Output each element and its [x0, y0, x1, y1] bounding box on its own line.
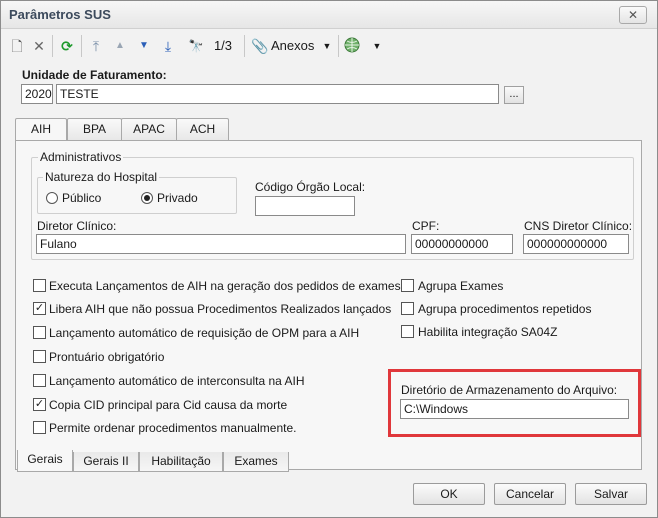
attachments-button[interactable]: Anexos — [271, 37, 317, 55]
globe-icon-svg — [344, 37, 360, 53]
cpf-label: CPF: — [412, 219, 440, 233]
refresh-icon[interactable]: ⟳ — [59, 37, 75, 55]
toolbar-separator — [81, 35, 82, 57]
org-code-label: Código Órgão Local: — [255, 180, 366, 194]
globe-icon[interactable] — [343, 37, 361, 55]
checkbox-opm-auto[interactable] — [33, 326, 46, 339]
record-counter: 1/3 — [213, 38, 233, 53]
window-title: Parâmetros SUS — [9, 7, 111, 22]
attachments-dropdown-icon[interactable]: ▼ — [321, 37, 333, 55]
checkbox-record-required[interactable] — [33, 350, 46, 363]
toolbar-separator — [338, 35, 339, 57]
radio-private-label: Privado — [157, 191, 198, 205]
first-record-icon[interactable]: ⤒ — [88, 37, 104, 55]
checkbox-manual-order[interactable] — [33, 421, 46, 434]
new-document-icon[interactable]: 🗋 — [9, 37, 25, 55]
tab-bpa[interactable]: BPA — [67, 118, 122, 140]
checkbox-group-procedures[interactable] — [401, 302, 414, 315]
checkbox-copy-cid[interactable]: ✓ — [33, 398, 46, 411]
delete-icon[interactable]: ✕ — [31, 37, 47, 55]
checkbox-opm-auto-label: Lançamento automático de requisição de O… — [49, 326, 360, 340]
checkbox-sa04z[interactable] — [401, 325, 414, 338]
tab-ach[interactable]: ACH — [176, 118, 229, 140]
highlight-box — [388, 369, 641, 437]
title-bar: Parâmetros SUS ✕ — [1, 1, 657, 29]
globe-dropdown-icon[interactable]: ▼ — [371, 37, 383, 55]
tab-apac[interactable]: APAC — [121, 118, 177, 140]
unit-label: Unidade de Faturamento: — [22, 68, 167, 82]
hospital-nature-title: Natureza do Hospital — [43, 170, 160, 184]
checkbox-group-exams[interactable] — [401, 279, 414, 292]
close-button[interactable]: ✕ — [619, 6, 647, 24]
checkbox-sa04z-label: Habilita integração SA04Z — [418, 325, 558, 339]
dialog-window: Parâmetros SUS ✕ 🗋 ✕ ⟳ ⤒ ▲ ▼ ⤓ 🔭 1/3 📎 A… — [0, 0, 658, 518]
tab-exams[interactable]: Exames — [223, 452, 289, 472]
org-code-field[interactable] — [255, 196, 355, 216]
cancel-button[interactable]: Cancelar — [494, 483, 566, 505]
checkbox-exec-aih-label: Executa Lançamentos de AIH na geração do… — [49, 279, 408, 293]
toolbar-separator — [52, 35, 53, 57]
checkbox-group-procedures-label: Agrupa procedimentos repetidos — [418, 302, 592, 316]
tab-aih[interactable]: AIH — [15, 118, 67, 142]
previous-record-icon[interactable]: ▲ — [112, 37, 128, 55]
toolbar: 🗋 ✕ ⟳ ⤒ ▲ ▼ ⤓ 🔭 1/3 📎 Anexos ▼ ▼ — [1, 31, 657, 61]
cpf-field[interactable]: 00000000000 — [411, 234, 513, 254]
checkbox-release-aih-label: Libera AIH que não possua Procedimentos … — [49, 302, 392, 316]
search-binoculars-icon[interactable]: 🔭 — [187, 37, 205, 55]
tab-general-ii[interactable]: Gerais II — [73, 452, 139, 472]
checkbox-exec-aih[interactable] — [33, 279, 46, 292]
unit-code-field[interactable]: 2020 — [21, 84, 53, 104]
save-button[interactable]: Salvar — [575, 483, 647, 505]
tab-enablement[interactable]: Habilitação — [139, 452, 223, 472]
next-record-icon[interactable]: ▼ — [136, 37, 152, 55]
cns-label: CNS Diretor Clínico: — [524, 219, 633, 233]
checkbox-group-exams-label: Agrupa Exames — [418, 279, 504, 293]
administrative-group-title: Administrativos — [38, 150, 124, 164]
checkbox-manual-order-label: Permite ordenar procedimentos manualment… — [49, 421, 297, 435]
unit-name-field[interactable]: TESTE — [56, 84, 499, 104]
radio-private[interactable] — [141, 192, 153, 204]
paperclip-icon[interactable]: 📎 — [251, 37, 269, 55]
radio-public[interactable] — [46, 192, 58, 204]
toolbar-separator — [244, 35, 245, 57]
checkbox-copy-cid-label: Copia CID principal para Cid causa da mo… — [49, 398, 288, 412]
radio-public-label: Público — [62, 191, 102, 205]
checkbox-release-aih[interactable]: ✓ — [33, 302, 46, 315]
browse-unit-button[interactable]: ... — [504, 86, 524, 104]
last-record-icon[interactable]: ⤓ — [160, 37, 176, 55]
director-field[interactable]: Fulano — [36, 234, 406, 254]
tab-general[interactable]: Gerais — [17, 450, 73, 472]
director-label: Diretor Clínico: — [37, 219, 117, 233]
checkbox-interconsult-auto[interactable] — [33, 374, 46, 387]
checkbox-record-required-label: Prontuário obrigatório — [49, 350, 165, 364]
checkbox-interconsult-auto-label: Lançamento automático de interconsulta n… — [49, 374, 305, 388]
cns-field[interactable]: 000000000000 — [523, 234, 629, 254]
ok-button[interactable]: OK — [413, 483, 485, 505]
